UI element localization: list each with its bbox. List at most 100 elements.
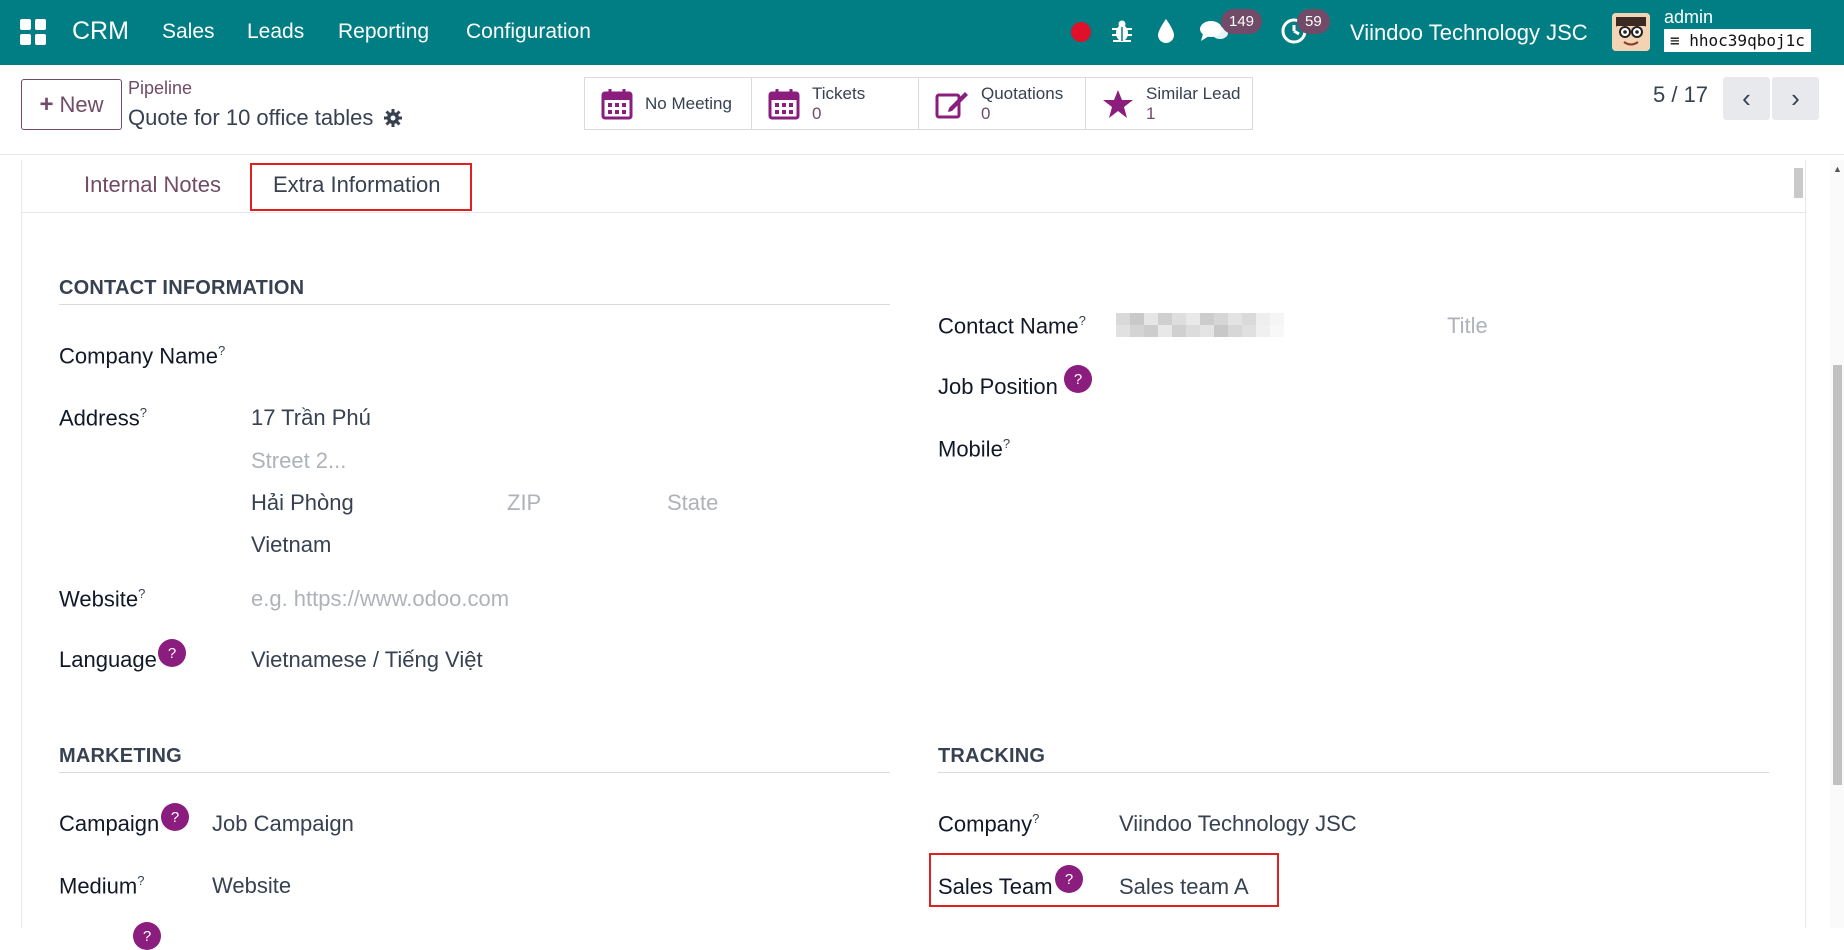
language-help-icon[interactable]: ? [158,639,186,667]
page-scrollbar-thumb[interactable] [1833,365,1842,785]
breadcrumb-pipeline[interactable]: Pipeline [128,78,192,99]
calendar-icon [601,88,633,119]
scroll-up-arrow-icon[interactable]: ▲ [1833,164,1842,174]
contact-section-divider [59,304,890,305]
notebook-tabs: Internal Notes Extra Information [22,160,1807,213]
street-input[interactable]: 17 Trần Phú [251,405,371,431]
menu-leads[interactable]: Leads [247,20,304,44]
new-button[interactable]: + New [21,79,122,130]
record-title: Quote for 10 office tables [128,105,403,131]
user-name[interactable]: admin [1664,7,1713,28]
quotations-smart-button[interactable]: Quotations 0 [918,77,1086,130]
tracking-section-title: TRACKING [938,745,1046,767]
tickets-label: Tickets [812,83,866,103]
company-name-label: Company Name? [59,343,225,369]
similar-lead-smart-button[interactable]: Similar Lead 1 [1085,77,1253,130]
campaign-label: Campaign [59,811,160,836]
similar-lead-label: Similar Lead [1146,83,1241,103]
zip-input[interactable]: ZIP [507,490,541,516]
contact-section-title: CONTACT INFORMATION [59,277,305,299]
app-brand[interactable]: CRM [72,17,129,46]
company-select[interactable]: Viindoo Technology JSC [1119,811,1357,837]
contact-name-blurred-value[interactable] [1116,313,1284,337]
job-position-input[interactable] [1116,365,1776,401]
database-icon: ≡ [1670,31,1690,50]
messages-count-badge: 149 [1221,9,1263,34]
company-name-label-text: Company Name [59,343,218,369]
mobile-help[interactable]: ? [1003,436,1010,451]
bug-icon[interactable] [1111,19,1133,43]
website-help[interactable]: ? [138,586,145,601]
tracking-section-divider [938,772,1769,773]
tickets-smart-button[interactable]: Tickets 0 [751,77,919,130]
title-select[interactable]: Title [1447,313,1488,339]
company-help[interactable]: ? [1032,811,1039,826]
source-help-icon[interactable]: ? [133,922,161,950]
mobile-input[interactable] [1116,428,1776,464]
contact-name-help[interactable]: ? [1079,313,1086,328]
address-label: Address? [59,405,147,431]
website-input[interactable]: e.g. https://www.odoo.com [251,586,509,612]
new-button-label: New [59,91,104,117]
contact-name-label-text: Contact Name [938,313,1079,339]
pager-next-button[interactable]: › [1772,77,1819,120]
menu-reporting[interactable]: Reporting [338,20,429,44]
state-select[interactable]: State [667,490,718,516]
country-select[interactable]: Vietnam [251,532,331,558]
city-input[interactable]: Hải Phòng [251,490,354,516]
contact-name-label: Contact Name? [938,313,1086,339]
company-name-input[interactable] [251,338,891,372]
chevron-left-icon: ‹ [1742,83,1751,113]
page-scrollbar[interactable]: ▲ [1830,160,1844,928]
marketing-section-divider [59,772,890,773]
job-position-help-icon[interactable]: ? [1064,365,1092,393]
database-name: ≡ hhoc39qboj1c [1664,29,1811,52]
website-label-text: Website [59,586,139,612]
language-select[interactable]: Vietnamese / Tiếng Việt [251,647,483,673]
menu-sales[interactable]: Sales [162,20,215,44]
quotations-count: 0 [981,103,991,123]
address-help[interactable]: ? [140,405,147,420]
campaign-help-icon[interactable]: ? [161,803,189,831]
tabs-scrollbar-thumb[interactable] [1794,168,1803,198]
water-drop-icon[interactable] [1157,18,1175,44]
activities-count-badge: 59 [1297,9,1330,34]
plus-icon: + [39,90,54,118]
pager-previous-button[interactable]: ‹ [1723,77,1770,120]
language-label: Language [59,647,157,672]
tab-internal-notes[interactable]: Internal Notes [84,172,221,198]
medium-label-text: Medium [59,873,138,899]
company-label: Company? [938,811,1039,837]
mobile-label-text: Mobile [938,436,1003,462]
pager-value[interactable]: 5 / 17 [1653,82,1708,108]
company-switcher[interactable]: Viindoo Technology JSC [1350,20,1588,46]
meeting-smart-button[interactable]: No Meeting [584,77,752,130]
database-label: hhoc39qboj1c [1689,31,1805,50]
star-icon [1103,89,1133,118]
menu-configuration[interactable]: Configuration [466,20,591,44]
chevron-right-icon: › [1791,83,1800,113]
marketing-section-title: MARKETING [59,745,182,767]
similar-lead-count: 1 [1146,103,1156,123]
street2-input[interactable]: Street 2... [251,448,346,474]
medium-select[interactable]: Website [212,873,291,899]
top-navbar: CRM Sales Leads Reporting Configuration … [0,0,1844,65]
sales-team-highlight-box [929,853,1279,907]
calendar-icon [768,88,800,119]
record-icon[interactable] [1071,22,1091,42]
quotations-text: Quotations 0 [981,84,1063,124]
edit-icon [935,91,968,118]
gear-icon[interactable] [383,108,403,128]
smart-buttons: No Meeting Tickets 0 Quotations 0 Simila… [584,77,1253,130]
control-panel: + New Pipeline Quote for 10 office table… [0,65,1844,155]
apps-menu-icon[interactable] [20,19,46,45]
medium-label: Medium? [59,873,144,899]
quotations-label: Quotations [981,83,1064,103]
campaign-select[interactable]: Job Campaign [212,811,354,837]
tabs-scrollbar[interactable] [1792,162,1804,210]
tickets-text: Tickets 0 [812,84,865,124]
company-label-text: Company [938,811,1033,837]
user-avatar[interactable] [1612,13,1650,51]
medium-help[interactable]: ? [137,873,144,888]
company-name-help[interactable]: ? [218,343,225,358]
